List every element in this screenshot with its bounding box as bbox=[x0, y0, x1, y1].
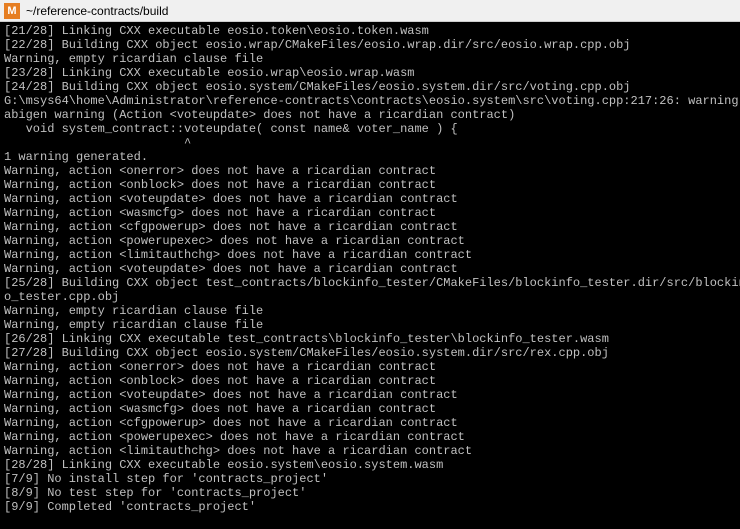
terminal-line: Warning, action <powerupexec> does not h… bbox=[4, 430, 736, 444]
terminal-line: [25/28] Building CXX object test_contrac… bbox=[4, 276, 736, 290]
terminal-line: Warning, action <voteupdate> does not ha… bbox=[4, 388, 736, 402]
terminal-line: [27/28] Building CXX object eosio.system… bbox=[4, 346, 736, 360]
terminal-line: [28/28] Linking CXX executable eosio.sys… bbox=[4, 458, 736, 472]
terminal-line: Warning, action <voteupdate> does not ha… bbox=[4, 262, 736, 276]
terminal-line: Warning, empty ricardian clause file bbox=[4, 304, 736, 318]
window-title: ~/reference-contracts/build bbox=[26, 4, 168, 18]
terminal-line: [8/9] No test step for 'contracts_projec… bbox=[4, 486, 736, 500]
terminal-line: ^ bbox=[4, 136, 736, 150]
terminal-line: Warning, action <cfgpowerup> does not ha… bbox=[4, 416, 736, 430]
terminal-line: [26/28] Linking CXX executable test_cont… bbox=[4, 332, 736, 346]
terminal-line: Warning, empty ricardian clause file bbox=[4, 318, 736, 332]
terminal-line: void system_contract::voteupdate( const … bbox=[4, 122, 736, 136]
terminal-output[interactable]: [21/28] Linking CXX executable eosio.tok… bbox=[0, 22, 740, 516]
terminal-line: [22/28] Building CXX object eosio.wrap/C… bbox=[4, 38, 736, 52]
terminal-line: [9/9] Completed 'contracts_project' bbox=[4, 500, 736, 514]
terminal-line: Warning, action <wasmcfg> does not have … bbox=[4, 402, 736, 416]
terminal-line: Warning, action <wasmcfg> does not have … bbox=[4, 206, 736, 220]
terminal-line: Warning, action <onerror> does not have … bbox=[4, 164, 736, 178]
terminal-line: [7/9] No install step for 'contracts_pro… bbox=[4, 472, 736, 486]
terminal-line: Warning, action <cfgpowerup> does not ha… bbox=[4, 220, 736, 234]
terminal-line: Warning, empty ricardian clause file bbox=[4, 52, 736, 66]
title-bar: M ~/reference-contracts/build bbox=[0, 0, 740, 22]
app-icon: M bbox=[4, 3, 20, 19]
terminal-line: [21/28] Linking CXX executable eosio.tok… bbox=[4, 24, 736, 38]
terminal-line: Warning, action <onblock> does not have … bbox=[4, 374, 736, 388]
terminal-line: Warning, action <voteupdate> does not ha… bbox=[4, 192, 736, 206]
terminal-line: Warning, action <limitauthchg> does not … bbox=[4, 444, 736, 458]
terminal-line: o_tester.cpp.obj bbox=[4, 290, 736, 304]
terminal-line: Warning, action <onerror> does not have … bbox=[4, 360, 736, 374]
terminal-line: [23/28] Linking CXX executable eosio.wra… bbox=[4, 66, 736, 80]
terminal-line: abigen warning (Action <voteupdate> does… bbox=[4, 108, 736, 122]
terminal-line: G:\msys64\home\Administrator\reference-c… bbox=[4, 94, 736, 108]
terminal-line: Warning, action <powerupexec> does not h… bbox=[4, 234, 736, 248]
terminal-line: Warning, action <onblock> does not have … bbox=[4, 178, 736, 192]
terminal-line: Warning, action <limitauthchg> does not … bbox=[4, 248, 736, 262]
terminal-line: 1 warning generated. bbox=[4, 150, 736, 164]
terminal-line: [24/28] Building CXX object eosio.system… bbox=[4, 80, 736, 94]
